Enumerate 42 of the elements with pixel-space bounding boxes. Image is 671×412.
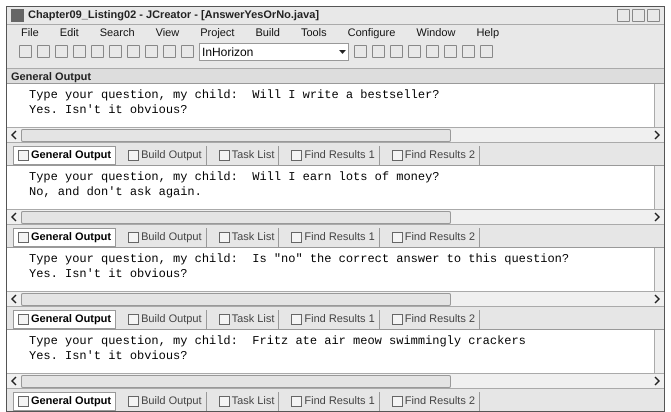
- output-line: Yes. Isn't it obvious?: [29, 267, 188, 282]
- output-tab[interactable]: Build Output: [124, 392, 207, 411]
- window-title: Chapter09_Listing02 - JCreator - [AnswerYesOrNo.java]: [28, 8, 319, 24]
- vertical-scrollbar[interactable]: [654, 84, 664, 127]
- scroll-thumb[interactable]: [21, 128, 451, 142]
- output-line: Type your question, my child: Fritz ate air meow swimmingly crackers: [29, 334, 527, 349]
- menu-item[interactable]: Help: [476, 25, 500, 42]
- output-line: Yes. Isn't it obvious?: [29, 349, 188, 364]
- horizontal-scrollbar[interactable]: [7, 373, 664, 389]
- menu-item[interactable]: File: [21, 25, 39, 42]
- menu-item[interactable]: Edit: [60, 25, 79, 42]
- menu-item[interactable]: Search: [100, 25, 135, 42]
- output-tab[interactable]: Find Results 2: [388, 392, 480, 411]
- search-combo[interactable]: InHorizon: [199, 42, 349, 61]
- scroll-thumb[interactable]: [21, 210, 451, 224]
- menu-item[interactable]: View: [156, 25, 180, 42]
- output-line: Type your question, my child: Is "no" the correct answer to this question?: [29, 252, 570, 267]
- horizontal-scrollbar[interactable]: [7, 209, 664, 225]
- menu-item[interactable]: Tools: [300, 25, 327, 42]
- output-tab[interactable]: General Output: [13, 310, 116, 329]
- output-line: Yes. Isn't it obvious?: [29, 103, 188, 118]
- dropdown-caret-icon[interactable]: [339, 50, 346, 54]
- scroll-thumb[interactable]: [21, 374, 451, 388]
- menu-item[interactable]: Configure: [348, 25, 396, 42]
- horizontal-scrollbar[interactable]: [7, 127, 664, 143]
- output-tab[interactable]: Task List: [214, 392, 280, 411]
- scroll-thumb[interactable]: [21, 292, 451, 306]
- vertical-scrollbar[interactable]: [654, 330, 664, 373]
- output-line: No, and don't ask again.: [29, 185, 203, 200]
- horizontal-scrollbar[interactable]: [7, 291, 664, 307]
- panel-header: General Output: [7, 68, 664, 83]
- menu-item[interactable]: Window: [416, 25, 456, 42]
- vertical-scrollbar[interactable]: [654, 248, 664, 291]
- vertical-scrollbar[interactable]: [654, 166, 664, 209]
- output-tab[interactable]: Find Results 1: [287, 392, 380, 411]
- output-line: Type your question, my child: Will I earn lots of money?: [29, 170, 440, 185]
- output-tab[interactable]: General Output: [13, 146, 116, 165]
- menu-item[interactable]: Project: [200, 25, 234, 42]
- output-line: Type your question, my child: Will I write a bestseller?: [29, 88, 440, 103]
- output-tab[interactable]: General Output: [13, 228, 116, 247]
- output-tab[interactable]: General Output: [13, 392, 116, 411]
- menu-item[interactable]: Build: [255, 25, 280, 42]
